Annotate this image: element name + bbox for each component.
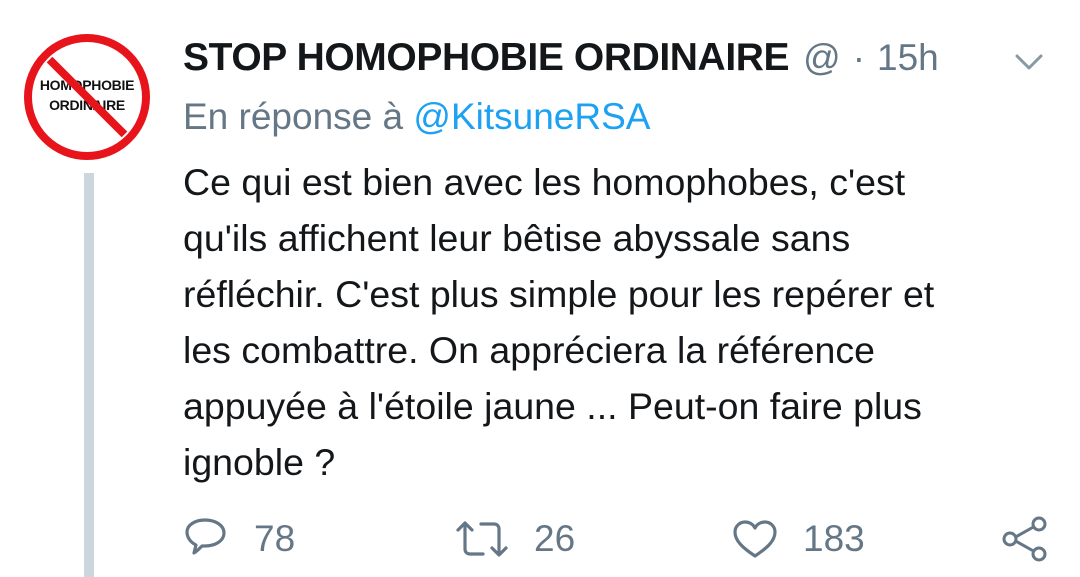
reply-context: En réponse à @KitsuneRSA — [183, 96, 650, 138]
chevron-down-icon[interactable] — [1014, 52, 1044, 72]
tweet-text: Ce qui est bien avec les homophobes, c'e… — [183, 154, 1043, 490]
reply-icon — [185, 518, 226, 555]
tweet-text-line: qu'ils affichent leur bêtise abyssale sa… — [183, 217, 851, 259]
retweet-icon — [456, 521, 508, 557]
tweet-text-line: appuyée à l'étoile jaune ... Peut-on fai… — [183, 385, 922, 427]
tweet-actions: 78 26 183 — [0, 510, 1080, 570]
share-button[interactable] — [1000, 510, 1050, 568]
tweet-text-line: Ce qui est bien avec les homophobes, c'e… — [183, 161, 906, 203]
reply-mention-link[interactable]: @KitsuneRSA — [413, 96, 650, 137]
separator-dot: · — [852, 37, 866, 78]
heart-icon — [733, 520, 777, 558]
like-count: 183 — [803, 518, 865, 559]
reply-button[interactable]: 78 — [184, 510, 295, 568]
avatar[interactable]: HOMOPHOBIE ORDINAIRE — [22, 32, 152, 162]
author-name[interactable]: STOP HOMOPHOBIE ORDINAIRE — [183, 36, 790, 80]
retweet-button[interactable]: 26 — [454, 510, 575, 568]
tweet-text-line: réfléchir. C'est plus simple pour les re… — [183, 273, 935, 315]
tweet-text-line: ignoble ? — [183, 441, 336, 483]
tweet-text-line: les combattre. On appréciera la référenc… — [183, 329, 876, 371]
tweet-timestamp[interactable]: 15h — [877, 37, 939, 79]
retweet-count: 26 — [534, 518, 576, 559]
reply-count: 78 — [254, 518, 296, 559]
author-handle[interactable]: @ — [803, 37, 841, 79]
like-button[interactable]: 183 — [731, 510, 865, 568]
share-icon — [1002, 516, 1047, 562]
reply-prefix: En réponse à — [183, 96, 404, 137]
tweet-header: STOP HOMOPHOBIE ORDINAIRE @ · 15h — [183, 36, 939, 86]
